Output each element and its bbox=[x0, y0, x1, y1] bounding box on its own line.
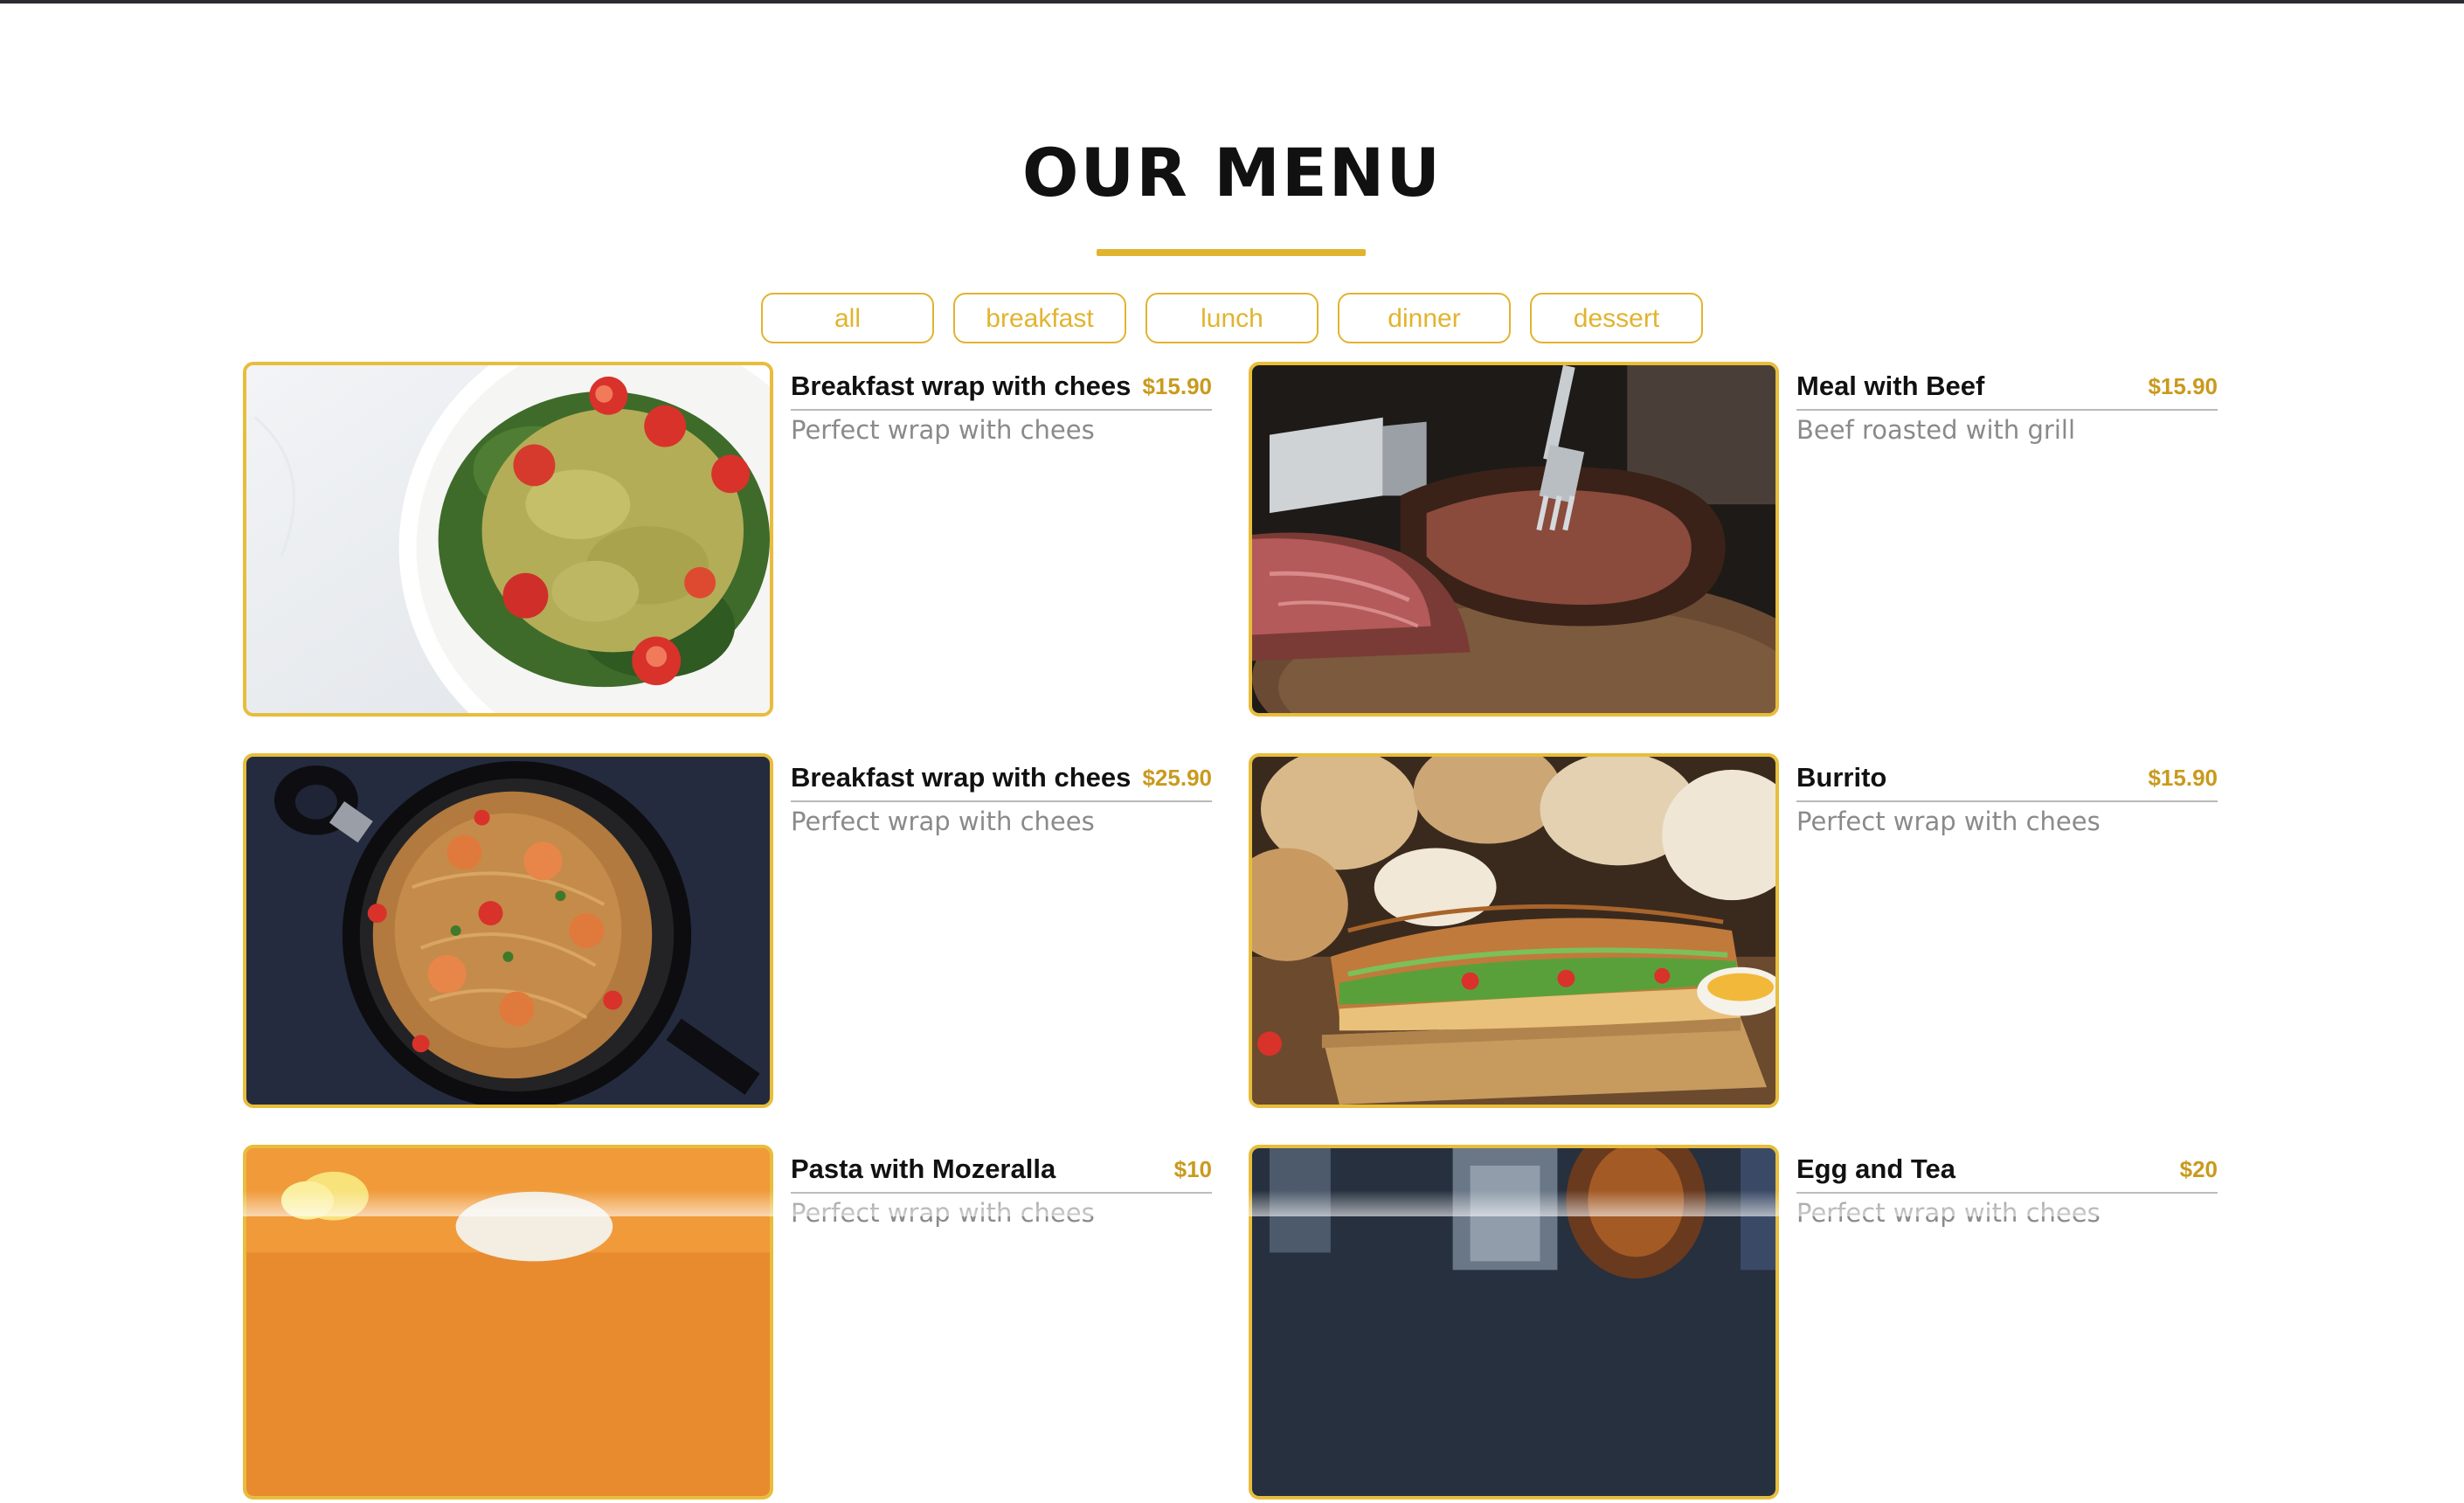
pesto-farfalle-salad-image bbox=[246, 365, 770, 713]
menu-item-header: Breakfast wrap with chees $25.90 bbox=[791, 758, 1212, 802]
menu-item-description: Beef roasted with grill bbox=[1796, 415, 2075, 445]
shrimp-spaghetti-pan-image bbox=[246, 757, 770, 1105]
menu-item-photo bbox=[1249, 1145, 1779, 1500]
menu-item-price: $10 bbox=[1173, 1156, 1212, 1182]
menu-item-name: Pasta with Mozeralla bbox=[791, 1153, 1056, 1184]
menu-item-description: Perfect wrap with chees bbox=[791, 415, 1095, 445]
orange-background-dish-image bbox=[246, 1148, 770, 1496]
menu-item-name: Breakfast wrap with chees bbox=[791, 762, 1132, 793]
menu-item-description: Perfect wrap with chees bbox=[791, 1198, 1095, 1228]
menu-item-description: Perfect wrap with chees bbox=[1796, 1198, 2101, 1228]
menu-item-name: Egg and Tea bbox=[1796, 1153, 1956, 1184]
menu-item-price: $15.90 bbox=[2148, 373, 2218, 399]
menu-item-price: $25.90 bbox=[1142, 765, 1212, 791]
menu-item-photo bbox=[1249, 753, 1779, 1108]
menu-item-header: Breakfast wrap with chees $15.90 bbox=[791, 367, 1212, 411]
menu-item-photo bbox=[243, 362, 773, 717]
menu-item-price: $15.90 bbox=[1142, 373, 1212, 399]
filter-lunch-button[interactable]: lunch bbox=[1145, 293, 1319, 343]
baguette-sandwich-image bbox=[1252, 757, 1775, 1105]
menu-item-name: Breakfast wrap with chees bbox=[791, 371, 1132, 401]
menu-item: Breakfast wrap with chees $15.90 Perfect… bbox=[243, 362, 1256, 720]
sliced-grilled-beef-image bbox=[1252, 365, 1775, 713]
filter-dessert-button[interactable]: dessert bbox=[1530, 293, 1703, 343]
category-filter-bar: all breakfast lunch dinner dessert bbox=[0, 293, 2464, 343]
section-title: OUR MENU bbox=[1021, 134, 1443, 211]
menu-item: Breakfast wrap with chees $25.90 Perfect… bbox=[243, 753, 1256, 1112]
menu-item-photo bbox=[1249, 362, 1779, 717]
title-underline bbox=[1097, 249, 1366, 256]
menu-item-name: Burrito bbox=[1796, 762, 1887, 793]
menu-item: Burrito $15.90 Perfect wrap with chees bbox=[1249, 753, 2262, 1112]
filter-dinner-button[interactable]: dinner bbox=[1338, 293, 1511, 343]
menu-item: Meal with Beef $15.90 Beef roasted with … bbox=[1249, 362, 2262, 720]
menu-item-header: Pasta with Mozeralla $10 bbox=[791, 1150, 1212, 1194]
menu-item-price: $20 bbox=[2179, 1156, 2218, 1182]
menu-item: Pasta with Mozeralla $10 Perfect wrap wi… bbox=[243, 1145, 1256, 1503]
menu-item-header: Meal with Beef $15.90 bbox=[1796, 367, 2218, 411]
filter-breakfast-button[interactable]: breakfast bbox=[953, 293, 1126, 343]
menu-item-photo bbox=[243, 753, 773, 1108]
menu-item-header: Egg and Tea $20 bbox=[1796, 1150, 2218, 1194]
menu-item-description: Perfect wrap with chees bbox=[1796, 807, 2101, 836]
menu-item-header: Burrito $15.90 bbox=[1796, 758, 2218, 802]
menu-item-photo bbox=[243, 1145, 773, 1500]
menu-item-description: Perfect wrap with chees bbox=[791, 807, 1095, 836]
menu-item-price: $15.90 bbox=[2148, 765, 2218, 791]
menu-item-name: Meal with Beef bbox=[1796, 371, 1985, 401]
menu-item: Egg and Tea $20 Perfect wrap with chees bbox=[1249, 1145, 2262, 1503]
window-top-border bbox=[0, 0, 2464, 3]
glasses-and-tea-image bbox=[1252, 1148, 1775, 1496]
filter-all-button[interactable]: all bbox=[761, 293, 934, 343]
